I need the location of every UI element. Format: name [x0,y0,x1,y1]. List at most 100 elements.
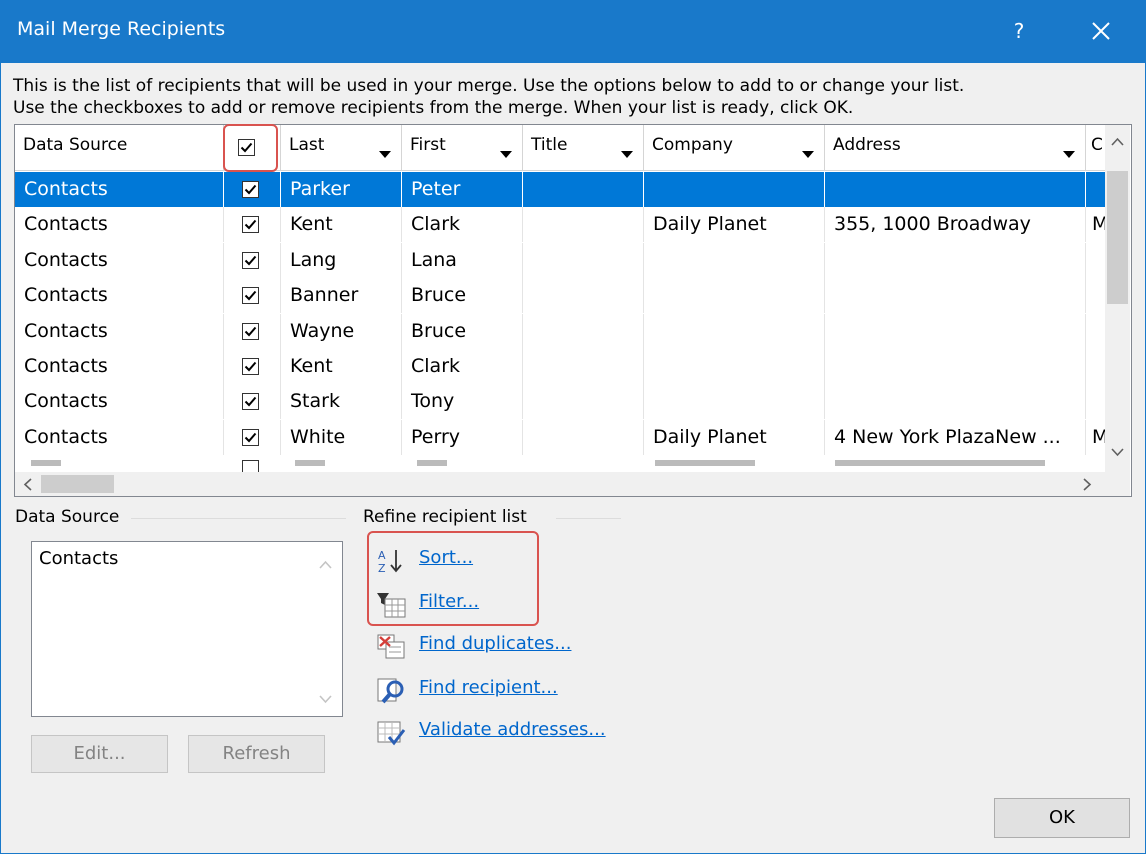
scroll-right-icon[interactable] [1083,478,1092,491]
scroll-up-icon[interactable] [319,560,332,569]
cell-checkbox [224,207,281,243]
cell-last: Banner [281,278,402,314]
cell-company: Daily Planet [644,419,825,455]
cell-last: Wayne [281,313,402,349]
clipped-text [835,460,1045,466]
column-header-first[interactable]: First [402,125,523,171]
column-header-label: Last [289,135,325,155]
cell-company: Daily Planet [644,207,825,243]
cell-checkbox [224,349,281,384]
help-button[interactable]: ? [1001,13,1037,49]
cell-company [644,172,825,207]
scroll-down-icon[interactable] [319,695,332,704]
cell-data-source: Contacts [15,384,224,420]
validate-addresses-label[interactable]: Validate addresses... [419,719,606,740]
edit-button[interactable]: Edit... [31,735,168,773]
vertical-scrollbar[interactable] [1105,125,1130,472]
group-divider [556,518,621,519]
dialog-title: Mail Merge Recipients [17,18,226,40]
row-checkbox[interactable] [242,251,259,269]
cell-first: Clark [402,349,523,384]
close-icon [1092,22,1110,40]
scroll-left-icon[interactable] [23,478,32,491]
instructions-line-2: Use the checkboxes to add or remove reci… [13,98,854,118]
row-checkbox[interactable] [242,287,259,305]
scrollbar-corner [1105,472,1130,496]
column-header-label: C [1091,135,1103,155]
table-header: Data Source Last First Title Company Add… [15,125,1116,172]
checkmark-icon [244,184,257,195]
cell-company [644,313,825,349]
scroll-down-icon[interactable] [1111,448,1124,457]
table-row[interactable]: Contacts White Perry Daily Planet 4 New York… [15,419,1116,455]
row-checkbox[interactable] [242,393,259,411]
ok-button[interactable]: OK [994,798,1130,838]
dropdown-arrow-icon[interactable] [379,151,391,158]
dropdown-arrow-icon[interactable] [802,151,814,158]
table-row[interactable]: Contacts Parker Peter [15,172,1116,207]
cell-checkbox [224,172,281,207]
cell-address [825,384,1086,420]
mail-merge-dialog: Mail Merge Recipients ? This is the list… [0,0,1146,854]
column-header-address[interactable]: Address [825,125,1086,171]
cell-address: 355, 1000 Broadway [825,207,1086,243]
data-source-item[interactable]: Contacts [39,548,118,569]
table-row-partial [15,454,1105,472]
highlight-sort-filter [367,531,539,626]
column-header-company[interactable]: Company [644,125,825,171]
row-checkbox[interactable] [242,181,259,198]
cell-first: Perry [402,419,523,455]
find-recipient-label[interactable]: Find recipient... [419,677,558,698]
column-header-last[interactable]: Last [281,125,402,171]
dropdown-arrow-icon[interactable] [1063,151,1075,158]
cell-first: Bruce [402,278,523,314]
cell-address [825,278,1086,314]
cell-title [523,349,644,384]
group-divider [131,518,346,519]
cell-data-source: Contacts [15,172,224,207]
cell-first: Tony [402,384,523,420]
cell-checkbox [224,242,281,278]
column-header-label: First [410,135,446,155]
cell-address: 4 New York PlazaNew ... [825,419,1086,455]
cell-first: Peter [402,172,523,207]
row-checkbox[interactable] [242,460,259,472]
data-source-group-label: Data Source [15,507,128,527]
column-header-label: Data Source [23,135,128,155]
cell-last: Parker [281,172,402,207]
row-checkbox[interactable] [242,428,259,446]
close-button[interactable] [1083,13,1119,49]
cell-data-source: Contacts [15,278,224,314]
column-header-title[interactable]: Title [523,125,644,171]
cell-checkbox [224,278,281,314]
table-row[interactable]: Contacts Stark Tony [15,384,1116,420]
table-row[interactable]: Contacts Wayne Bruce [15,313,1116,349]
data-source-list[interactable]: Contacts [31,541,343,717]
cell-first: Lana [402,242,523,278]
scroll-up-icon[interactable] [1111,137,1124,146]
refresh-button[interactable]: Refresh [188,735,325,773]
table-row[interactable]: Contacts Kent Clark Daily Planet 355, 1000 B… [15,207,1116,243]
cell-last: Kent [281,207,402,243]
checkmark-icon [244,361,257,372]
cell-first: Clark [402,207,523,243]
cell-data-source: Contacts [15,242,224,278]
column-header-label: Address [833,135,901,155]
row-checkbox[interactable] [242,322,259,340]
cell-checkbox [224,384,281,420]
checkmark-icon [244,255,257,266]
cell-checkbox [224,313,281,349]
cell-title [523,172,644,207]
horizontal-scroll-thumb[interactable] [41,475,114,493]
table-row[interactable]: Contacts Kent Clark [15,349,1116,384]
row-checkbox[interactable] [242,216,259,234]
row-checkbox[interactable] [242,358,259,375]
table-row[interactable]: Contacts Lang Lana [15,242,1116,278]
column-header-data-source[interactable]: Data Source [15,125,224,171]
dropdown-arrow-icon[interactable] [500,151,512,158]
dropdown-arrow-icon[interactable] [621,151,633,158]
horizontal-scrollbar[interactable] [15,472,1105,496]
find-duplicates-label[interactable]: Find duplicates... [419,633,571,654]
vertical-scroll-thumb[interactable] [1107,171,1128,304]
table-row[interactable]: Contacts Banner Bruce [15,278,1116,314]
